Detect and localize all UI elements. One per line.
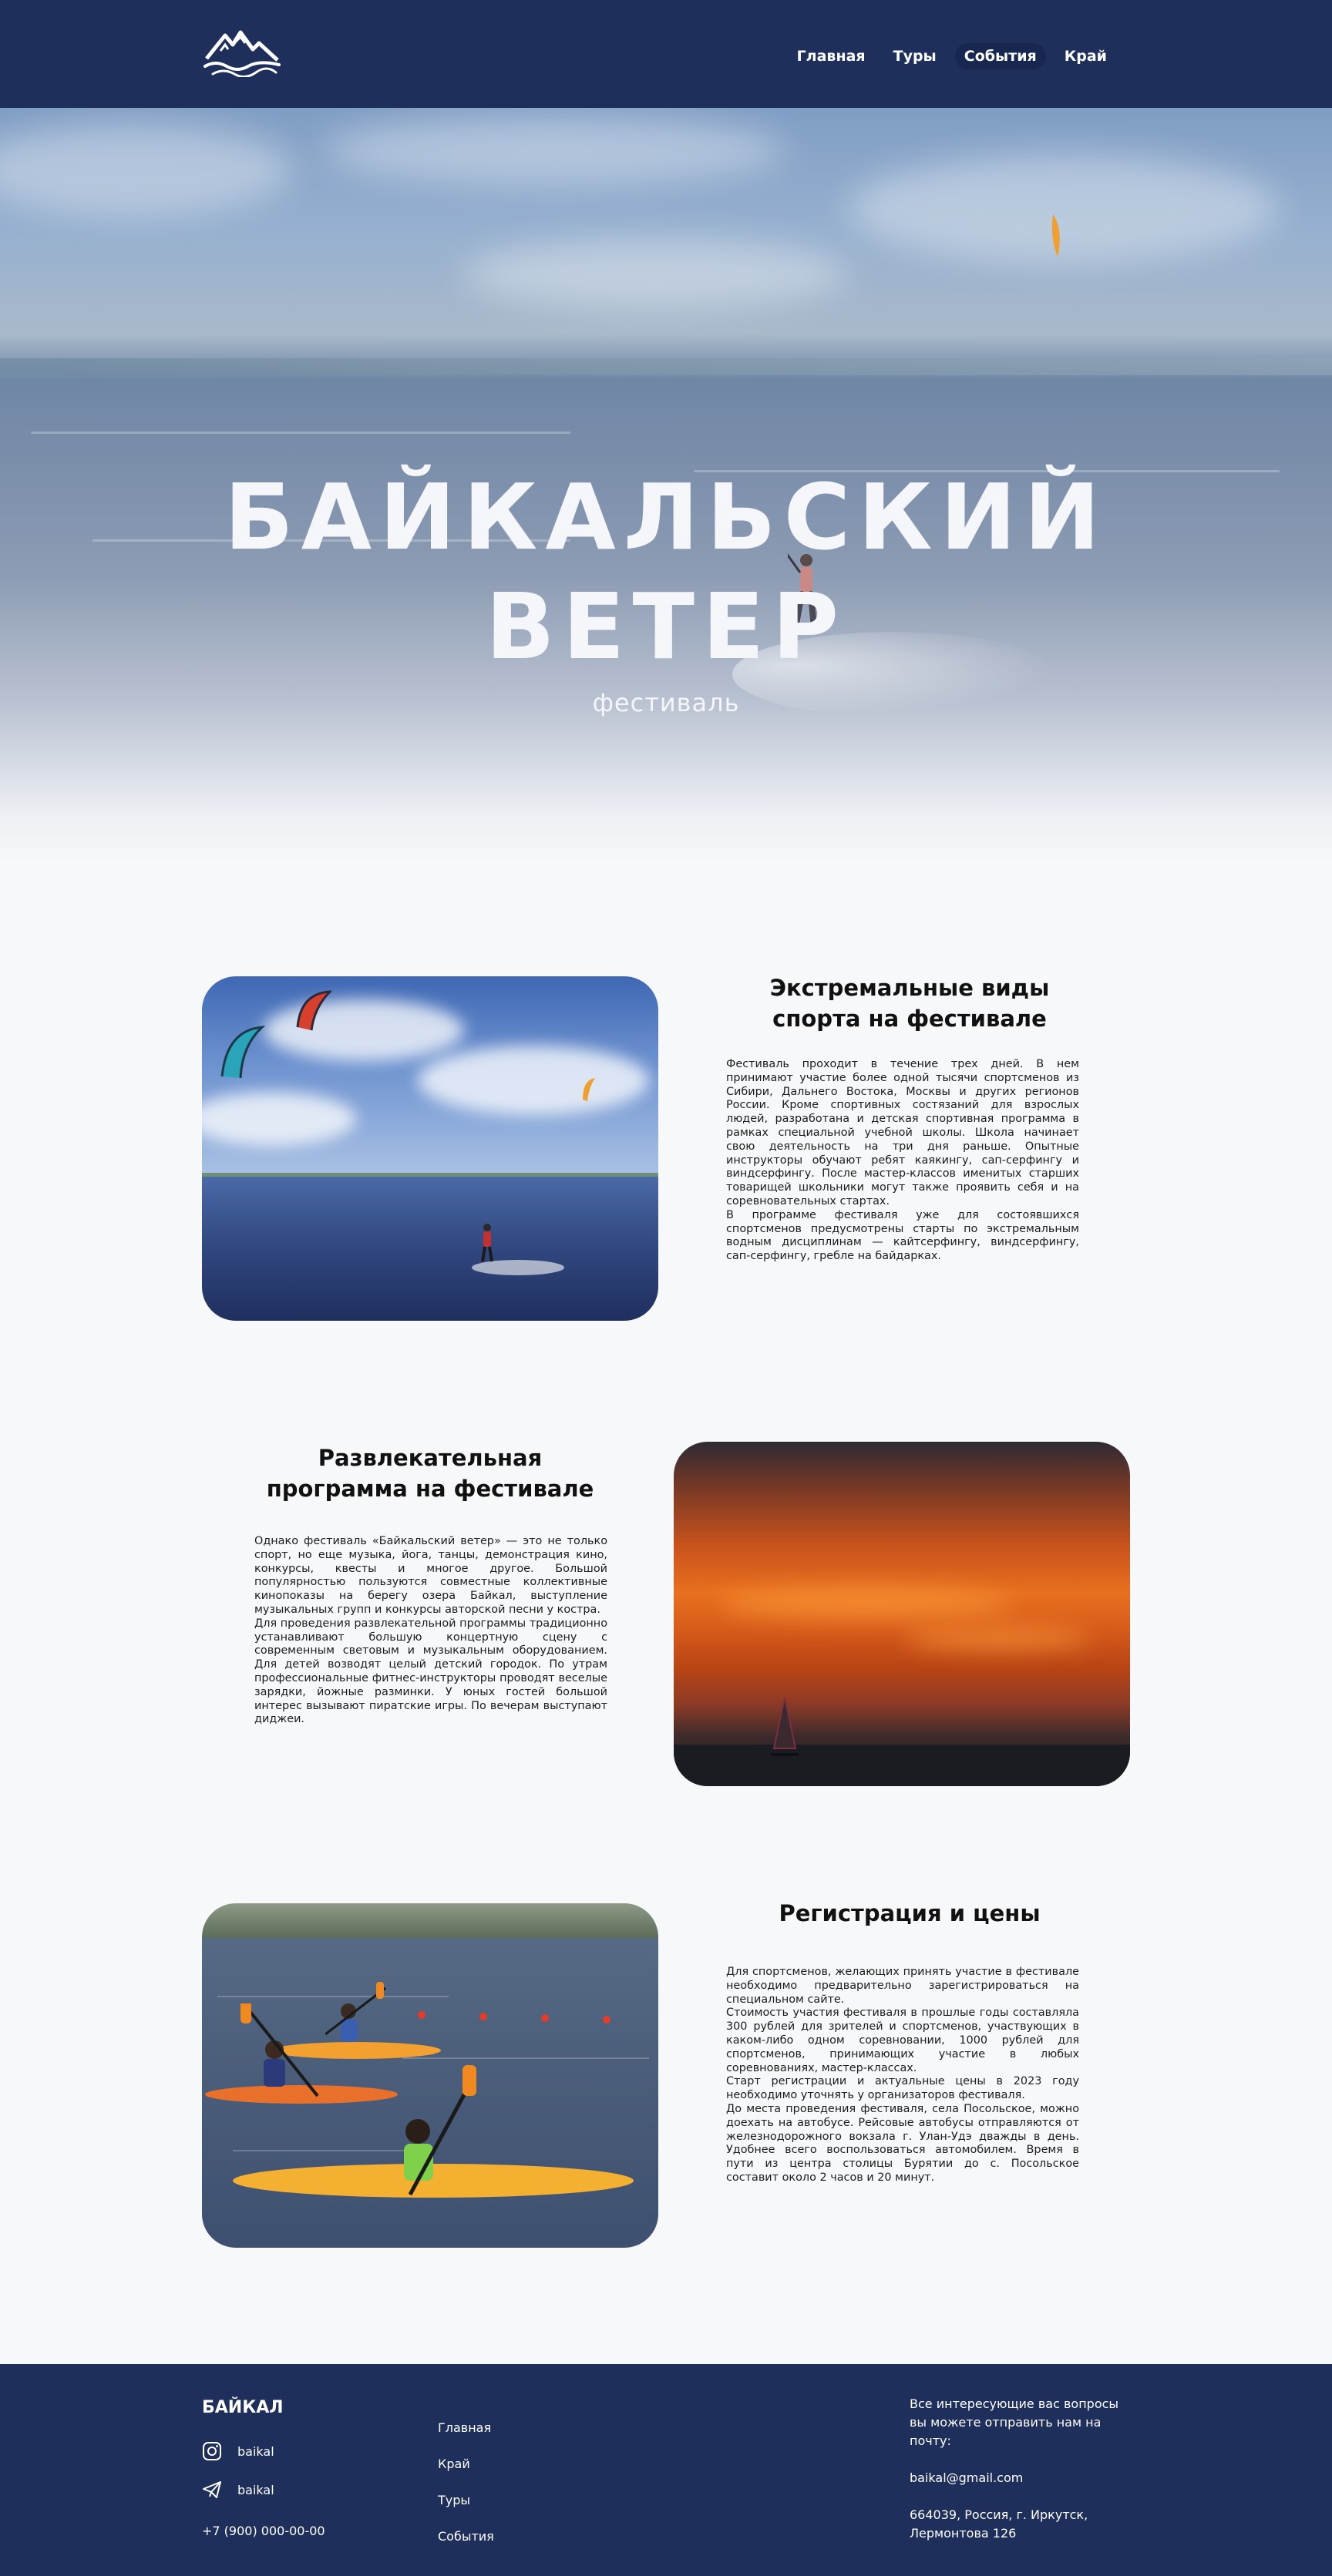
windsurfer-figure [771,1697,799,1756]
hero-cloud [0,123,293,216]
photo-water [202,1176,658,1321]
hero-title-line2: ВЕТЕР [485,573,847,680]
extreme-sports-photo [202,976,658,1321]
photo-sea [674,1745,1130,1786]
instagram-icon [203,2442,221,2460]
nav-item-region[interactable]: Край [1055,43,1116,69]
section-title-entertainment: Развлекательная программа на фестивале [216,1442,644,1504]
telegram-label: baikal [237,2482,274,2497]
section-paragraph: Однако фестиваль «Байкальский ветер» — э… [254,1535,607,1616]
footer-address-line2: Лермонтова 126 [910,2526,1017,2541]
section-title-extreme: Экстремальные виды спорта на фестивале [695,972,1124,1034]
sun-glow [720,1588,1013,1619]
kite-icon [296,990,331,1031]
site-footer: БАЙКАЛ baikal baikal +7 (900) 000-00-00 … [0,2364,1332,2576]
section-text-entertainment: Однако фестиваль «Байкальский ветер» — э… [254,1535,607,1727]
footer-address-line1: 664039, Россия, г. Иркутск, [910,2507,1088,2522]
footer-brand: БАЙКАЛ [202,2398,284,2417]
footer-phone[interactable]: +7 (900) 000-00-00 [202,2524,325,2538]
footer-contact-text: Все интересующие вас вопросы вы можете о… [910,2396,1119,2448]
section-paragraph: Фестиваль проходит в течение трех дней. … [726,1058,1079,1207]
section-paragraph: Для проведения развлекательной программы… [254,1617,607,1726]
kayaker-figure [240,2003,319,2097]
section-paragraph: До места проведения фестиваля, села Посо… [726,2102,1079,2184]
hero-banner: БАЙКАЛЬСКИЙ ВЕТЕР фестиваль [0,108,1332,863]
photo-cloud [418,1046,649,1115]
kayaker-figure [325,1982,386,2042]
photo-shore [202,1172,658,1177]
telegram-icon [203,2481,221,2498]
site-header: Главная Туры События Край [0,0,1332,108]
hero-subtitle: фестиваль [592,688,740,717]
sun-glow [905,1627,1090,1650]
mountain-waves-logo-icon[interactable] [202,28,282,77]
section-title-line: Развлекательная [318,1445,543,1471]
photo-cloud [264,999,464,1061]
footer-email[interactable]: baikal@gmail.com [910,2469,1023,2487]
hero-title-line1: БАЙКАЛЬСКИЙ [224,464,1108,570]
footer-link-home[interactable]: Главная [438,2420,491,2435]
hero-cloud [848,154,1280,262]
footer-link-region[interactable]: Край [438,2457,470,2471]
section-title-line: Экстремальные виды [769,975,1050,1001]
section-title-line: программа на фестивале [266,1476,594,1502]
kayaking-photo [202,1903,658,2248]
kite-icon [583,1078,595,1101]
buoy [479,2013,487,2020]
main-nav: Главная Туры События Край [788,43,1116,69]
kite-icon [220,1026,265,1079]
section-paragraph: Стоимость участия фестиваля в прошлые го… [726,2007,1079,2074]
footer-link-tours[interactable]: Туры [438,2493,470,2507]
section-paragraph: Для спортсменов, желающих принять участи… [726,1966,1079,2006]
section-title-registration: Регистрация и цены [695,1898,1124,1929]
buoy [418,2011,426,2019]
footer-instagram[interactable]: baikal [202,2441,274,2461]
nav-item-events[interactable]: События [954,43,1046,69]
section-text-registration: Для спортсменов, желающих принять участи… [726,1966,1079,2185]
hero-horizon [0,358,1332,375]
section-text-extreme: Фестиваль проходит в течение трех дней. … [726,1058,1079,1264]
water-streak [31,432,570,434]
footer-telegram[interactable]: baikal [202,2480,274,2500]
hero-title: БАЙКАЛЬСКИЙ ВЕТЕР [0,462,1332,681]
kayaker-figure [404,2065,476,2196]
section-title-line: Регистрация и цены [779,1900,1041,1926]
kitesurfer-figure [481,1224,493,1262]
buoy [541,2014,549,2022]
photo-treeline [202,1903,658,1938]
sunset-windsurf-photo [674,1442,1130,1786]
footer-link-events[interactable]: События [438,2529,494,2544]
hero-cloud [324,116,786,185]
section-paragraph: В программе фестиваля уже для состоявших… [726,1208,1079,1263]
section-paragraph: Старт регистрации и актуальные цены в 20… [726,2075,1079,2102]
hero-cloud [462,239,848,308]
kite-icon [1051,214,1060,257]
buoy [603,2016,610,2024]
section-title-line: спорта на фестивале [772,1006,1047,1032]
nav-item-home[interactable]: Главная [788,43,875,69]
water-ripple [402,2057,649,2059]
nav-item-tours[interactable]: Туры [884,43,946,69]
instagram-label: baikal [237,2443,274,2459]
